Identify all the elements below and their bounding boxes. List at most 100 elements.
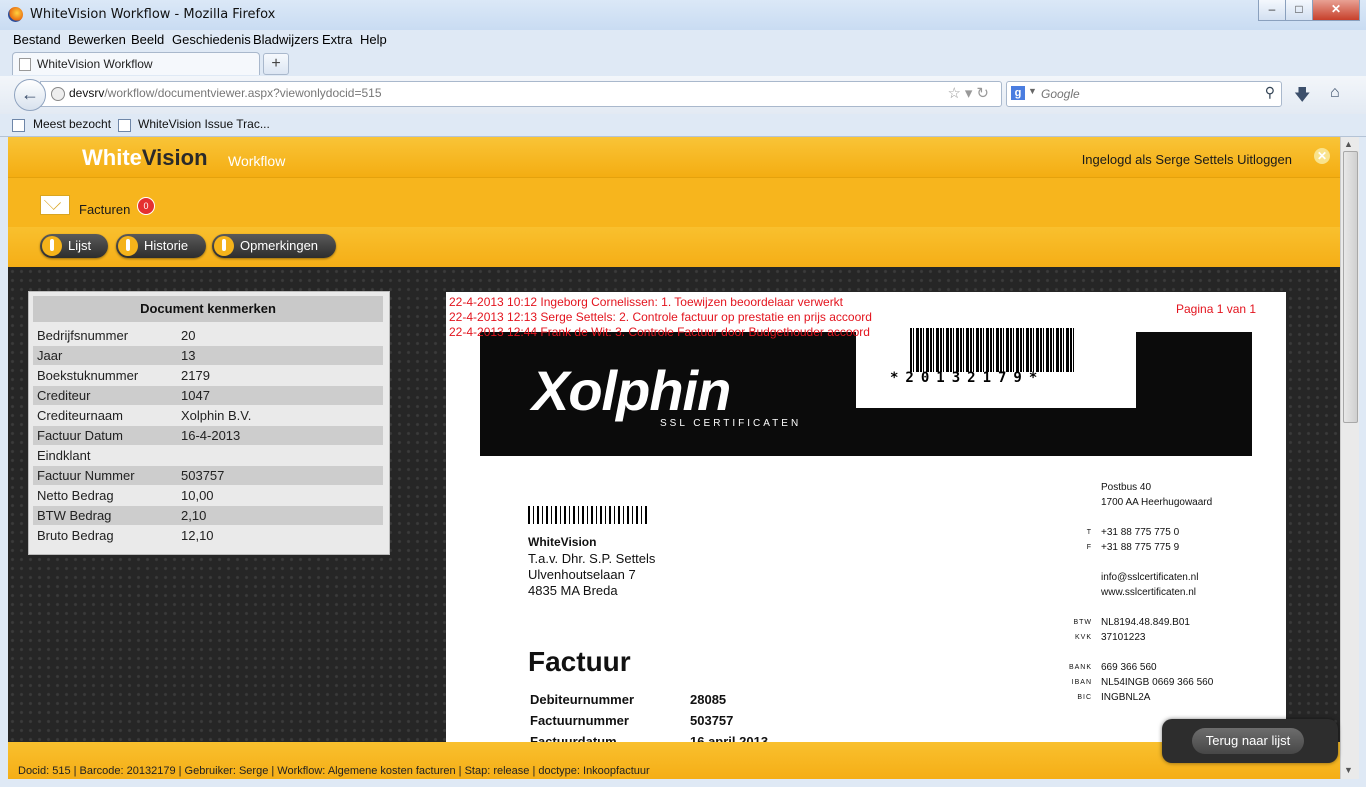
property-row: Boekstuknummer 2179 <box>37 368 210 383</box>
recipient-line: T.a.v. Dhr. S.P. Settels <box>528 551 656 566</box>
app-logo: WhiteVision <box>82 145 208 170</box>
sender-iban: NL54INGB 0669 366 560 <box>1101 677 1214 688</box>
recipient-line: Ulvenhoutselaan 7 <box>528 567 636 582</box>
scroll-down-icon[interactable]: ▼ <box>1344 765 1353 775</box>
property-row: Netto Bedrag 10,00 <box>37 488 214 503</box>
sender-label: KVK <box>1074 634 1092 641</box>
home-icon[interactable]: ⌂ <box>1330 84 1340 102</box>
most-visited-icon <box>12 119 25 132</box>
barcode-icon <box>910 328 1076 372</box>
sender-bic: INGBNL2A <box>1101 692 1151 703</box>
history-log-line: 22-4-2013 10:12 Ingeborg Cornelissen: 1.… <box>449 295 844 309</box>
chevron-down-icon[interactable]: ▼ <box>1028 86 1037 96</box>
minimize-button[interactable]: – <box>1258 0 1286 21</box>
sender-label: T <box>1086 529 1092 536</box>
page-indicator: Pagina 1 van 1 <box>1176 302 1257 316</box>
sender-city: 1700 AA Heerhugowaard <box>1101 497 1213 508</box>
property-row: Bruto Bedrag 12,10 <box>37 528 214 543</box>
sender-phone: +31 88 775 775 0 <box>1101 527 1180 538</box>
history-log-line: 22-4-2013 12:13 Serge Settels: 2. Contro… <box>449 310 872 324</box>
scrollbar-thumb[interactable] <box>1343 151 1358 423</box>
section-header <box>8 177 1340 228</box>
opmerkingen-button[interactable]: Opmerkingen <box>212 234 336 258</box>
scroll-up-icon[interactable]: ▲ <box>1344 139 1353 149</box>
sender-bank: 669 366 560 <box>1101 662 1157 673</box>
close-window-button[interactable]: ✕ <box>1312 0 1360 21</box>
tab-label: WhiteVision Workflow <box>37 57 153 71</box>
sender-web: www.sslcertificaten.nl <box>1101 587 1197 598</box>
back-to-list-button[interactable]: Terug naar lijst <box>1192 728 1304 754</box>
bookmark-star-icon[interactable]: ☆▾↻ <box>947 84 993 102</box>
menu-extra[interactable]: Extra <box>322 32 352 47</box>
search-bar[interactable]: g ▼ ⚲ <box>1006 81 1282 107</box>
invoice-heading: Factuur <box>528 646 631 677</box>
sender-label: BANK <box>1068 664 1092 671</box>
url-text[interactable]: devsrv/workflow/documentviewer.aspx?view… <box>69 86 382 100</box>
toolbar: Lijst Historie Opmerkingen <box>8 227 1340 267</box>
app-header: WhiteVision Workflow Ingelogd als Serge … <box>8 137 1340 177</box>
xolphin-banner: Xolphin SSL CERTIFICATEN *20132179* <box>480 322 1252 456</box>
xolphin-logo-subtitle: SSL CERTIFICATEN <box>660 418 802 429</box>
history-log-line: 22-4-2013 12:44 Frank de Wit: 3. Control… <box>449 325 870 339</box>
property-row: Factuur Datum 16-4-2013 <box>33 426 383 445</box>
firefox-icon <box>8 7 23 22</box>
search-input[interactable] <box>1039 85 1263 103</box>
barcode-number: *20132179* <box>890 370 1045 386</box>
window-titlebar: WhiteVision Workflow - Mozilla Firefox –… <box>0 0 1366 30</box>
vertical-scrollbar[interactable]: ▲ ▼ <box>1340 137 1359 779</box>
sender-label: BIC <box>1077 694 1092 701</box>
sender-email: info@sslcertificaten.nl <box>1101 572 1199 583</box>
count-badge: 0 <box>137 197 155 215</box>
back-panel: Terug naar lijst <box>1162 719 1338 763</box>
bookmark-issue-tracker[interactable]: WhiteVision Issue Trac... <box>138 117 270 131</box>
sender-fax: +31 88 775 775 9 <box>1101 542 1180 553</box>
sender-kvk: 37101223 <box>1101 632 1146 643</box>
google-icon[interactable]: g <box>1011 86 1025 100</box>
property-row: BTW Bedrag 2,10 <box>33 506 383 525</box>
invoice-field-label: Factuurnummer <box>530 713 629 728</box>
tab-bar: WhiteVision Workflow + <box>0 50 1366 76</box>
navigation-bar: devsrv/workflow/documentviewer.aspx?view… <box>0 76 1366 115</box>
download-icon[interactable]: 🡇 <box>1294 84 1310 111</box>
sender-label: IBAN <box>1071 679 1092 686</box>
page-icon <box>118 119 131 132</box>
menu-geschiedenis[interactable]: Geschiedenis <box>172 32 251 47</box>
tab-whitevision[interactable]: WhiteVision Workflow <box>12 52 260 75</box>
new-tab-button[interactable]: + <box>263 53 289 75</box>
app-logo-subtitle: Workflow <box>228 153 286 169</box>
search-icon[interactable]: ⚲ <box>1265 84 1275 101</box>
section-facturen[interactable]: Facturen <box>79 202 130 217</box>
globe-icon <box>51 87 65 101</box>
status-footer: Docid: 515 | Barcode: 20132179 | Gebruik… <box>8 742 1340 779</box>
maximize-button[interactable]: □ <box>1285 0 1313 21</box>
sender-label: BTW <box>1073 619 1092 626</box>
close-icon[interactable]: ✕ <box>1314 148 1330 164</box>
historie-button[interactable]: Historie <box>116 234 206 258</box>
sender-label: F <box>1086 544 1092 551</box>
document-viewer[interactable]: Xolphin SSL CERTIFICATEN *20132179* 22-4… <box>446 292 1286 752</box>
sender-postbus: Postbus 40 <box>1101 482 1152 493</box>
property-row: Bedrijfsnummer 20 <box>37 328 196 343</box>
lijst-button[interactable]: Lijst <box>40 234 108 258</box>
bookmarks-bar: Meest bezocht WhiteVision Issue Trac... <box>0 114 1366 137</box>
property-row: Crediteurnaam Xolphin B.V. <box>37 408 252 423</box>
login-status[interactable]: Ingelogd als Serge Settels Uitloggen <box>1082 152 1292 167</box>
url-bar[interactable]: devsrv/workflow/documentviewer.aspx?view… <box>40 81 1002 107</box>
browser-status-bar <box>0 779 1366 787</box>
mail-icon[interactable] <box>40 195 70 215</box>
page-icon <box>19 58 31 71</box>
web-page: WhiteVision Workflow Ingelogd als Serge … <box>8 137 1340 779</box>
menu-beeld[interactable]: Beeld <box>131 32 164 47</box>
property-row: Jaar 13 <box>33 346 383 365</box>
back-button[interactable]: ← <box>14 79 46 111</box>
document-properties-panel: Document kenmerken Bedrijfsnummer 20 Jaar… <box>28 291 390 555</box>
menu-bewerken[interactable]: Bewerken <box>68 32 126 47</box>
barcode-label: *20132179* <box>856 322 1136 408</box>
menu-bladwijzers[interactable]: Bladwijzers <box>253 32 319 47</box>
bookmark-meest-bezocht[interactable]: Meest bezocht <box>33 117 111 131</box>
menu-help[interactable]: Help <box>360 32 387 47</box>
window-title: WhiteVision Workflow - Mozilla Firefox <box>30 7 276 22</box>
menu-bestand[interactable]: Bestand <box>13 32 61 47</box>
property-row: Crediteur 1047 <box>33 386 383 405</box>
document-info: Docid: 515 | Barcode: 20132179 | Gebruik… <box>18 765 650 777</box>
